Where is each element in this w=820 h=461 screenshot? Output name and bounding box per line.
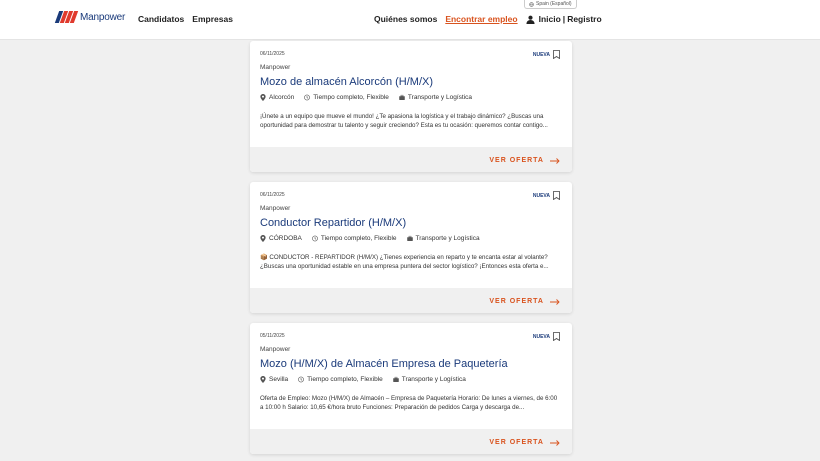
job-date: 06/11/2025 xyxy=(260,192,285,198)
job-meta: Alcorcón Tiempo completo, Flexible Trans… xyxy=(260,94,482,101)
location-pin-icon xyxy=(260,94,266,101)
location-pin-icon xyxy=(260,235,266,242)
job-title[interactable]: Mozo de almacén Alcorcón (H/M/X) xyxy=(260,76,433,88)
job-location: CÓRDOBA xyxy=(260,235,302,242)
view-offer-label: VER OFERTA xyxy=(489,298,544,305)
job-schedule: Tiempo completo, Flexible xyxy=(304,94,389,101)
audience-nav: Candidatos Empresas xyxy=(138,14,233,24)
arrow-right-icon xyxy=(550,157,560,164)
job-title[interactable]: Mozo (H/M/X) de Almacén Empresa de Paque… xyxy=(260,358,508,370)
job-description: Oferta de Empleo: Mozo (H/M/X) de Almacé… xyxy=(260,395,558,411)
brand-name: Manpower xyxy=(80,11,126,23)
new-badge-label: NUEVA xyxy=(532,51,550,58)
job-sector: Transporte y Logística xyxy=(406,235,480,242)
nav-quienes-somos[interactable]: Quiénes somos xyxy=(374,14,437,24)
briefcase-icon xyxy=(399,94,405,100)
new-badge: NUEVA xyxy=(533,191,560,200)
job-date: 06/11/2025 xyxy=(260,51,285,57)
job-company: Manpower xyxy=(260,346,291,353)
job-description: ¡Únete a un equipo que mueve el mundo! ¿… xyxy=(260,113,548,129)
clock-icon xyxy=(304,94,311,101)
view-offer-button[interactable]: VER OFERTA xyxy=(489,298,560,305)
job-title[interactable]: Conductor Repartidor (H/M/X) xyxy=(260,217,406,229)
job-location-label: Sevilla xyxy=(269,376,289,383)
nav-candidatos[interactable]: Candidatos xyxy=(138,14,184,24)
briefcase-icon xyxy=(393,376,399,382)
bookmark-icon[interactable] xyxy=(553,332,560,341)
job-company: Manpower xyxy=(260,64,291,71)
job-meta: CÓRDOBA Tiempo completo, Flexible Transp… xyxy=(260,235,490,242)
job-location: Alcorcón xyxy=(260,94,294,101)
view-offer-button[interactable]: VER OFERTA xyxy=(489,157,560,164)
job-sector-label: Transporte y Logística xyxy=(401,376,466,383)
site-header: Manpower Candidatos Empresas Spain (Espa… xyxy=(0,0,820,40)
login-link[interactable]: Inicio xyxy=(539,14,561,24)
new-badge: NUEVA xyxy=(533,50,560,59)
job-meta: Sevilla Tiempo completo, Flexible Transp… xyxy=(260,376,476,383)
login-register: Inicio | Registro xyxy=(526,14,602,24)
nav-empresas[interactable]: Empresas xyxy=(192,14,233,24)
language-label: Spain (Español) xyxy=(536,1,572,7)
job-sector: Transporte y Logística xyxy=(399,94,472,101)
job-description: 📦 CONDUCTOR - REPARTIDOR (H/M/X) ¿Tienes… xyxy=(260,254,549,270)
arrow-right-icon xyxy=(550,298,560,305)
bookmark-icon[interactable] xyxy=(553,50,560,59)
register-link[interactable]: Registro xyxy=(567,14,601,24)
job-schedule-label: Tiempo completo, Flexible xyxy=(320,235,397,242)
job-schedule-label: Tiempo completo, Flexible xyxy=(313,94,389,101)
view-offer-button[interactable]: VER OFERTA xyxy=(489,439,560,446)
job-sector: Transporte y Logística xyxy=(393,376,466,383)
new-badge-label: NUEVA xyxy=(532,333,550,340)
job-date: 05/11/2025 xyxy=(260,333,285,339)
job-card[interactable]: 06/11/2025 NUEVA Manpower Mozo de almacé… xyxy=(250,41,572,172)
manpower-logo[interactable]: Manpower xyxy=(54,11,126,23)
user-icon xyxy=(526,15,535,24)
language-selector[interactable]: Spain (Español) xyxy=(524,0,577,9)
job-location-label: Alcorcón xyxy=(269,94,295,101)
job-card[interactable]: 05/11/2025 NUEVA Manpower Mozo (H/M/X) d… xyxy=(250,323,572,454)
job-card[interactable]: 06/11/2025 NUEVA Manpower Conductor Repa… xyxy=(250,182,572,313)
new-badge-label: NUEVA xyxy=(532,192,550,199)
briefcase-icon xyxy=(406,235,413,241)
bookmark-icon[interactable] xyxy=(553,191,560,200)
clock-icon xyxy=(298,376,305,383)
job-location: Sevilla xyxy=(260,376,288,383)
clock-icon xyxy=(312,235,318,242)
main-nav: Quiénes somos Encontrar empleo Inicio | … xyxy=(374,14,602,24)
location-pin-icon xyxy=(260,376,266,383)
job-location-label: CÓRDOBA xyxy=(269,235,302,242)
new-badge: NUEVA xyxy=(533,332,560,341)
globe-icon xyxy=(529,1,534,7)
view-offer-label: VER OFERTA xyxy=(489,157,544,164)
view-offer-label: VER OFERTA xyxy=(489,439,544,446)
nav-encontrar-empleo[interactable]: Encontrar empleo xyxy=(445,14,517,24)
job-company: Manpower xyxy=(260,205,291,212)
job-sector-label: Transporte y Logística xyxy=(415,235,480,242)
manpower-logo-mark xyxy=(54,11,79,23)
job-schedule: Tiempo completo, Flexible xyxy=(298,376,383,383)
job-sector-label: Transporte y Logística xyxy=(407,94,472,101)
job-schedule: Tiempo completo, Flexible xyxy=(312,235,397,242)
arrow-right-icon xyxy=(550,439,560,446)
job-schedule-label: Tiempo completo, Flexible xyxy=(307,376,383,383)
login-separator: | xyxy=(562,14,566,24)
